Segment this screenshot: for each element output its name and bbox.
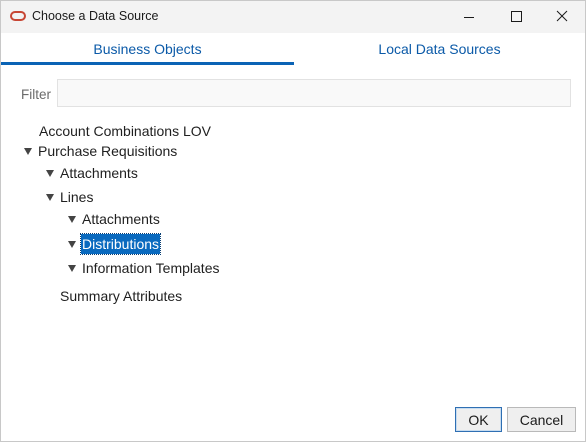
filter-label: Filter: [21, 87, 51, 102]
tree-item-label: Attachments: [82, 211, 160, 227]
filter-input[interactable]: [57, 79, 571, 107]
tree-item-label: Account Combinations LOV: [39, 123, 211, 139]
expand-triangle-icon[interactable]: [68, 241, 76, 248]
cancel-button[interactable]: Cancel: [507, 407, 576, 432]
choose-data-source-dialog: Choose a Data Source Business Objects Lo…: [0, 0, 586, 442]
active-tab-indicator: [1, 62, 294, 65]
tab-bar: Business Objects Local Data Sources: [1, 33, 585, 65]
title-bar: Choose a Data Source: [1, 1, 585, 33]
expand-triangle-icon[interactable]: [68, 265, 76, 272]
tab-local-data-sources[interactable]: Local Data Sources: [294, 33, 585, 65]
expand-triangle-icon[interactable]: [46, 194, 54, 201]
ok-button[interactable]: OK: [455, 407, 502, 432]
tree-item-label: Attachments: [60, 165, 138, 181]
tab-business-objects[interactable]: Business Objects: [1, 33, 294, 65]
tree-item-label: Information Templates: [82, 260, 220, 276]
tree-item-label-selected: Distributions: [79, 233, 162, 255]
maximize-icon: [511, 11, 522, 22]
tree-item-label: Purchase Requisitions: [38, 143, 178, 159]
tree-item-label: Lines: [60, 189, 94, 205]
minimize-icon: [464, 17, 474, 18]
expand-triangle-icon[interactable]: [24, 148, 32, 155]
minimize-button[interactable]: [446, 1, 492, 33]
expand-triangle-icon[interactable]: [46, 170, 54, 177]
window-title: Choose a Data Source: [32, 9, 159, 23]
expand-triangle-icon[interactable]: [68, 216, 76, 223]
close-button[interactable]: [538, 1, 584, 33]
oracle-logo-icon: [10, 11, 26, 21]
close-icon: [556, 10, 568, 22]
maximize-button[interactable]: [492, 1, 538, 33]
tree-item-label: Summary Attributes: [60, 288, 183, 304]
